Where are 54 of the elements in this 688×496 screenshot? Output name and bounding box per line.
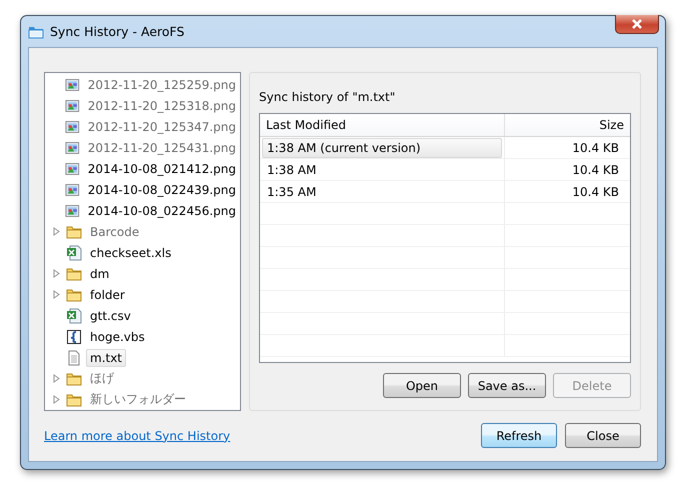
image-file-icon <box>65 182 80 198</box>
column-header[interactable]: Size <box>599 118 624 132</box>
window-title: Sync History - AeroFS <box>50 24 184 39</box>
tree-item[interactable]: 2012-11-20_125318.png <box>84 96 240 114</box>
tree-item[interactable]: 2014-10-08_021412.png <box>84 160 240 178</box>
folder-icon <box>66 286 82 302</box>
tree-item[interactable]: dm <box>86 264 114 282</box>
expand-arrow-icon[interactable] <box>53 395 60 404</box>
folder-icon <box>28 24 44 38</box>
table-cell-text: 10.4 KB <box>571 140 620 156</box>
table-cell-text: 10.4 KB <box>571 162 620 178</box>
text-file-icon <box>66 350 82 366</box>
tree-item[interactable]: ほげ <box>86 368 118 389</box>
spreadsheet-file-icon <box>66 244 82 260</box>
image-file-icon <box>65 202 80 218</box>
image-file-icon <box>65 118 80 134</box>
tree-item[interactable]: checkseet.xls <box>86 244 176 262</box>
table-cell[interactable]: 1:35 AM <box>262 182 502 202</box>
tree-item[interactable]: hoge.vbs <box>86 328 149 346</box>
action-button[interactable]: Open <box>383 373 461 398</box>
expand-arrow-icon[interactable] <box>53 290 60 299</box>
help-link[interactable]: Learn more about Sync History <box>44 428 230 442</box>
expand-arrow-icon[interactable] <box>53 374 60 383</box>
expand-arrow-icon[interactable] <box>53 269 60 278</box>
tree-item[interactable]: 2012-11-20_125431.png <box>84 138 240 156</box>
folder-icon <box>66 266 82 282</box>
folder-icon <box>66 392 82 408</box>
tree-item[interactable]: 2012-11-20_125347.png <box>84 118 240 136</box>
tree-item[interactable]: m.txt <box>86 348 126 366</box>
image-file-icon <box>65 140 80 156</box>
image-file-icon <box>65 160 80 176</box>
tree-item[interactable]: 2012-11-20_125259.png <box>84 76 240 94</box>
column-header[interactable]: Last Modified <box>266 118 346 132</box>
folder-icon <box>66 370 82 386</box>
table-cell-text: 10.4 KB <box>571 184 620 200</box>
tree-item[interactable]: 2014-10-08_022456.png <box>84 202 240 220</box>
expand-arrow-icon[interactable] <box>53 227 60 236</box>
panel-heading: Sync history of "m.txt" <box>259 90 396 104</box>
spreadsheet-file-icon <box>66 308 82 324</box>
tree-item[interactable]: Barcode <box>86 222 144 240</box>
close-icon[interactable] <box>615 15 659 34</box>
tree-item[interactable]: gtt.csv <box>86 306 135 324</box>
dialog-button[interactable]: Close <box>565 423 641 448</box>
action-button[interactable]: Save as... <box>468 373 546 398</box>
tree-item[interactable]: 2014-10-08_022439.png <box>84 180 240 198</box>
image-file-icon <box>65 98 80 114</box>
tree-item[interactable]: folder <box>86 286 129 304</box>
image-file-icon <box>65 76 80 92</box>
dialog-button[interactable]: Refresh <box>481 423 557 448</box>
folder-icon <box>66 224 82 240</box>
table-cell[interactable]: 1:38 AM <box>262 160 502 180</box>
table-cell[interactable]: 1:38 AM (current version) <box>262 138 502 158</box>
script-file-icon <box>66 328 82 344</box>
tree-item[interactable]: 新しいフォルダー <box>86 389 190 410</box>
